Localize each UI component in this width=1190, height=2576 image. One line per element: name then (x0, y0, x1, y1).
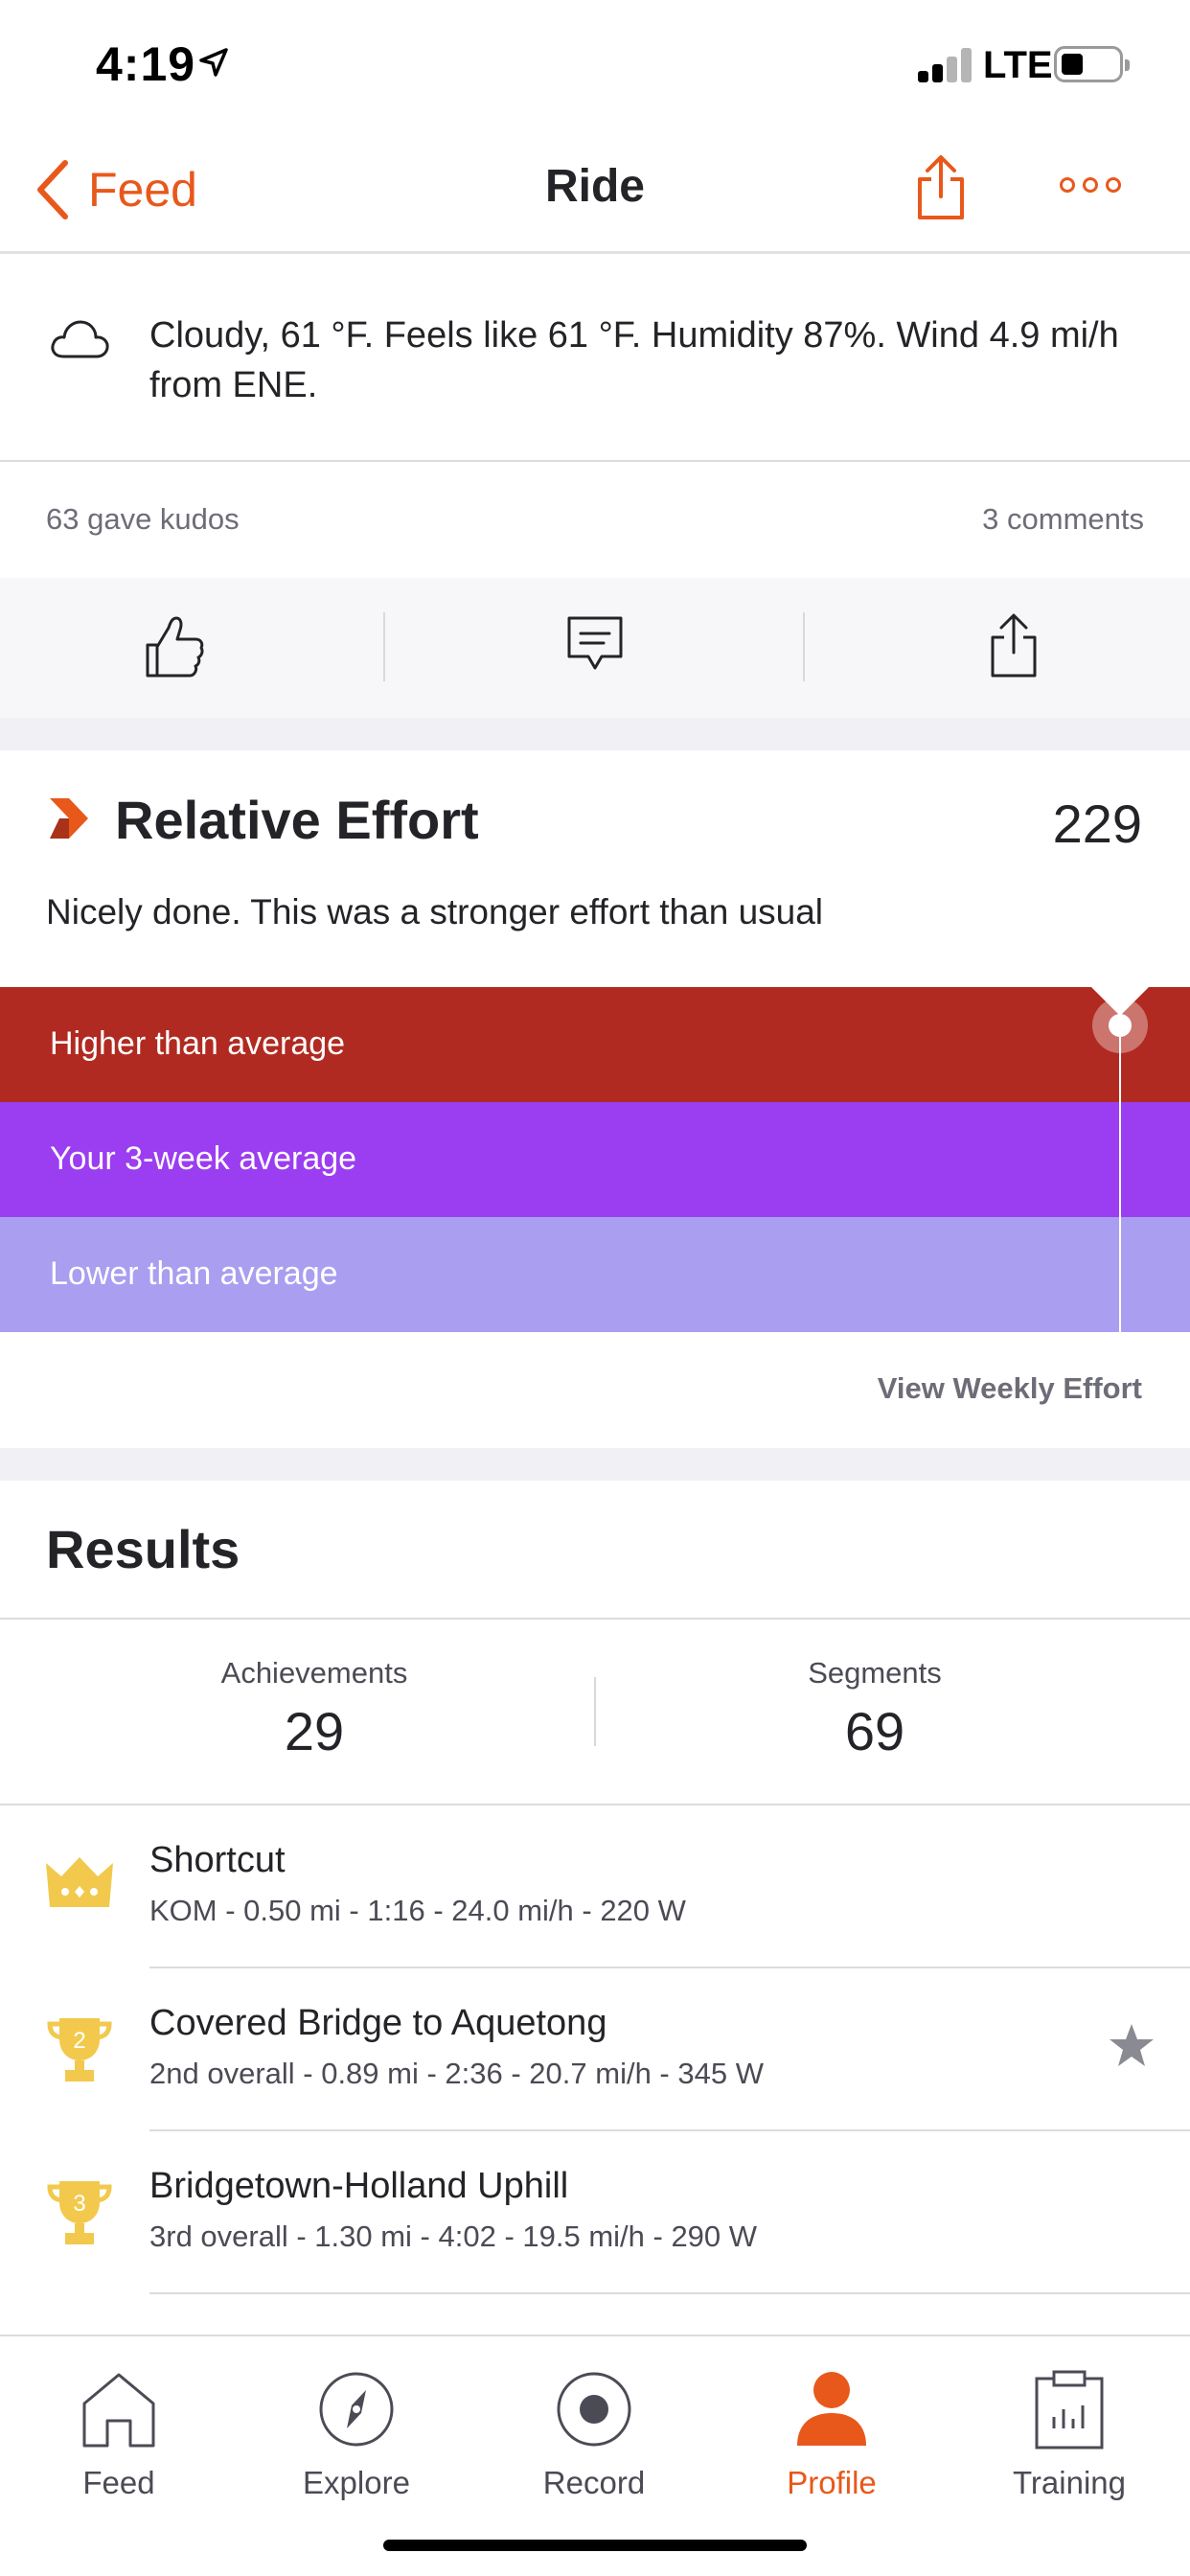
weather-text: Cloudy, 61 °F. Feels like 61 °F. Humidit… (149, 315, 1119, 405)
segment-meta: 3rd overall - 1.30 mi - 4:02 - 19.5 mi/h… (149, 2220, 758, 2253)
page-title: Ride (544, 161, 645, 212)
location-arrow-icon (199, 48, 228, 77)
clipboard-icon (1035, 2370, 1104, 2450)
tab-label: Feed (82, 2465, 155, 2500)
record-icon (557, 2372, 631, 2447)
effort-band-label: Lower than average (50, 1255, 338, 1292)
segment-name: Covered Bridge to Aquetong (149, 2003, 607, 2043)
relative-effort-icon (50, 798, 88, 839)
stat-label: Achievements (220, 1656, 408, 1690)
tab-record[interactable]: Record (498, 2350, 690, 2501)
svg-text:3: 3 (73, 2191, 85, 2217)
relative-effort-title: Relative Effort (115, 790, 479, 850)
trophy-3-icon: 3 (47, 2181, 112, 2244)
comments-count[interactable]: 3 comments (982, 502, 1144, 537)
tab-label: Training (1013, 2465, 1126, 2500)
home-icon (82, 2373, 155, 2448)
segments-stat[interactable]: Segments 69 (645, 1656, 1105, 1762)
trophy-2-icon: 2 (47, 2018, 112, 2082)
compass-icon (319, 2372, 394, 2447)
segment-meta: 2nd overall - 0.89 mi - 2:36 - 20.7 mi/h… (149, 2057, 764, 2090)
relative-effort-card[interactable]: Relative Effort 229 Nicely done. This wa… (0, 750, 1190, 1448)
kudos-count[interactable]: 63 gave kudos (46, 502, 240, 537)
stat-value: 69 (844, 1701, 905, 1761)
effort-band-lower: Lower than average (0, 1217, 1190, 1332)
segment-name: Shortcut (149, 1840, 286, 1880)
battery-icon (1054, 46, 1130, 82)
segment-row[interactable]: 2 Covered Bridge to Aquetong 2nd overall… (0, 1968, 1190, 2131)
segment-meta: KOM - 0.50 mi - 1:16 - 24.0 mi/h - 220 W (149, 1894, 686, 1927)
profile-icon (797, 2372, 866, 2446)
kudos-row: 63 gave kudos 3 comments (0, 464, 1190, 577)
network-label: LTE (983, 44, 1053, 86)
section-gap (0, 1448, 1190, 1481)
effort-band-higher: Higher than average (0, 987, 1190, 1102)
nav-bar: Feed Ride (0, 129, 1190, 254)
home-indicator (383, 2540, 807, 2551)
tab-profile[interactable]: Profile (736, 2350, 927, 2501)
status-bar: 4:19 LTE (0, 0, 1190, 129)
weather-section: Cloudy, 61 °F. Feels like 61 °F. Humidit… (0, 257, 1190, 462)
stat-value: 29 (284, 1701, 345, 1761)
action-bar (0, 578, 1190, 718)
divider (0, 1618, 1190, 1620)
share-icon[interactable] (910, 152, 972, 221)
tab-explore[interactable]: Explore (261, 2350, 452, 2501)
results-title: Results (46, 1519, 240, 1579)
star-icon[interactable] (1108, 2022, 1156, 2068)
effort-band-average: Your 3-week average (0, 1102, 1190, 1217)
segment-name: Bridgetown-Holland Uphill (149, 2166, 569, 2206)
relative-effort-value: 229 (1052, 794, 1142, 854)
relative-effort-description: Nicely done. This was a stronger effort … (46, 892, 824, 932)
tab-label: Profile (787, 2465, 877, 2500)
view-weekly-effort-link[interactable]: View Weekly Effort (878, 1371, 1142, 1406)
tab-training[interactable]: Training (973, 2350, 1165, 2501)
share-icon[interactable] (985, 612, 1042, 679)
effort-band-label: Higher than average (50, 1025, 346, 1062)
stat-label: Segments (808, 1656, 942, 1690)
segment-row[interactable]: 3 Bridgetown-Holland Uphill 3rd overall … (0, 2131, 1190, 2294)
tab-label: Record (542, 2465, 646, 2500)
comment-icon[interactable] (565, 612, 625, 676)
more-icon[interactable] (1060, 177, 1121, 193)
tab-label: Explore (303, 2465, 410, 2500)
section-gap (0, 718, 1190, 750)
cloud-icon (51, 320, 109, 358)
segment-row[interactable]: Shortcut KOM - 0.50 mi - 1:16 - 24.0 mi/… (0, 1806, 1190, 1968)
achievements-stat[interactable]: Achievements 29 (84, 1656, 544, 1762)
signal-icon (918, 48, 972, 82)
stat-divider (594, 1677, 596, 1746)
effort-band-label: Your 3-week average (50, 1140, 357, 1177)
svg-text:2: 2 (73, 2028, 85, 2054)
thumbs-up-icon[interactable] (142, 612, 207, 681)
tab-feed[interactable]: Feed (23, 2350, 215, 2501)
status-time: 4:19 (96, 37, 196, 91)
effort-marker (1109, 1014, 1132, 1037)
crown-icon (46, 1857, 113, 1907)
